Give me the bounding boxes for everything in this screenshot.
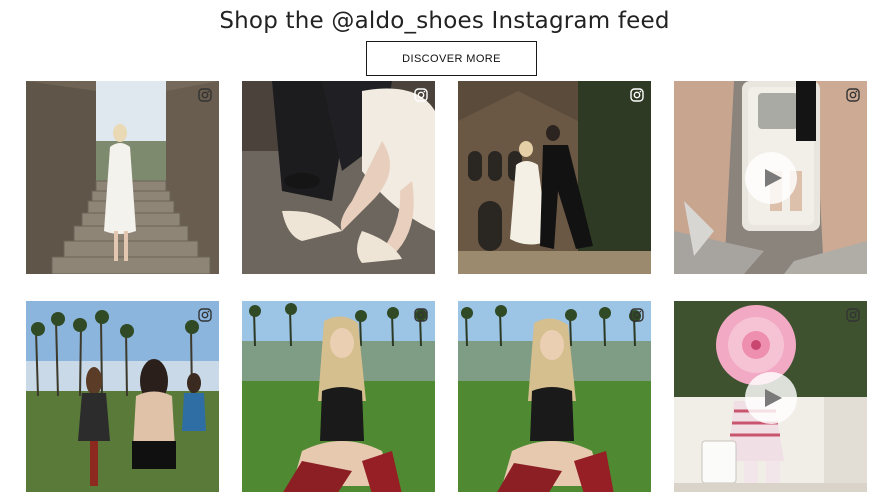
instagram-post-1[interactable] <box>26 81 219 274</box>
instagram-icon <box>846 88 860 102</box>
post-image <box>242 81 435 274</box>
instagram-icon <box>630 88 644 102</box>
instagram-post-3[interactable] <box>458 81 651 274</box>
instagram-post-8[interactable] <box>674 301 867 492</box>
post-image <box>26 81 219 274</box>
play-icon <box>764 168 782 187</box>
page-title: Shop the @aldo_shoes Instagram feed <box>219 8 670 34</box>
instagram-icon <box>414 88 428 102</box>
discover-more-button[interactable]: DISCOVER MORE <box>366 41 537 76</box>
instagram-icon <box>414 308 428 322</box>
instagram-icon <box>846 308 860 322</box>
instagram-post-4[interactable] <box>674 81 867 274</box>
instagram-icon <box>198 308 212 322</box>
instagram-post-2[interactable] <box>242 81 435 274</box>
play-icon <box>764 388 782 407</box>
play-video-button[interactable] <box>744 151 797 204</box>
play-video-button[interactable] <box>744 371 797 424</box>
instagram-post-5[interactable] <box>26 301 219 492</box>
instagram-post-6[interactable] <box>242 301 435 492</box>
post-image <box>242 301 435 492</box>
instagram-post-7[interactable] <box>458 301 651 492</box>
post-image <box>26 301 219 492</box>
post-image <box>458 81 651 274</box>
instagram-icon <box>630 308 644 322</box>
post-image <box>458 301 651 492</box>
instagram-icon <box>198 88 212 102</box>
